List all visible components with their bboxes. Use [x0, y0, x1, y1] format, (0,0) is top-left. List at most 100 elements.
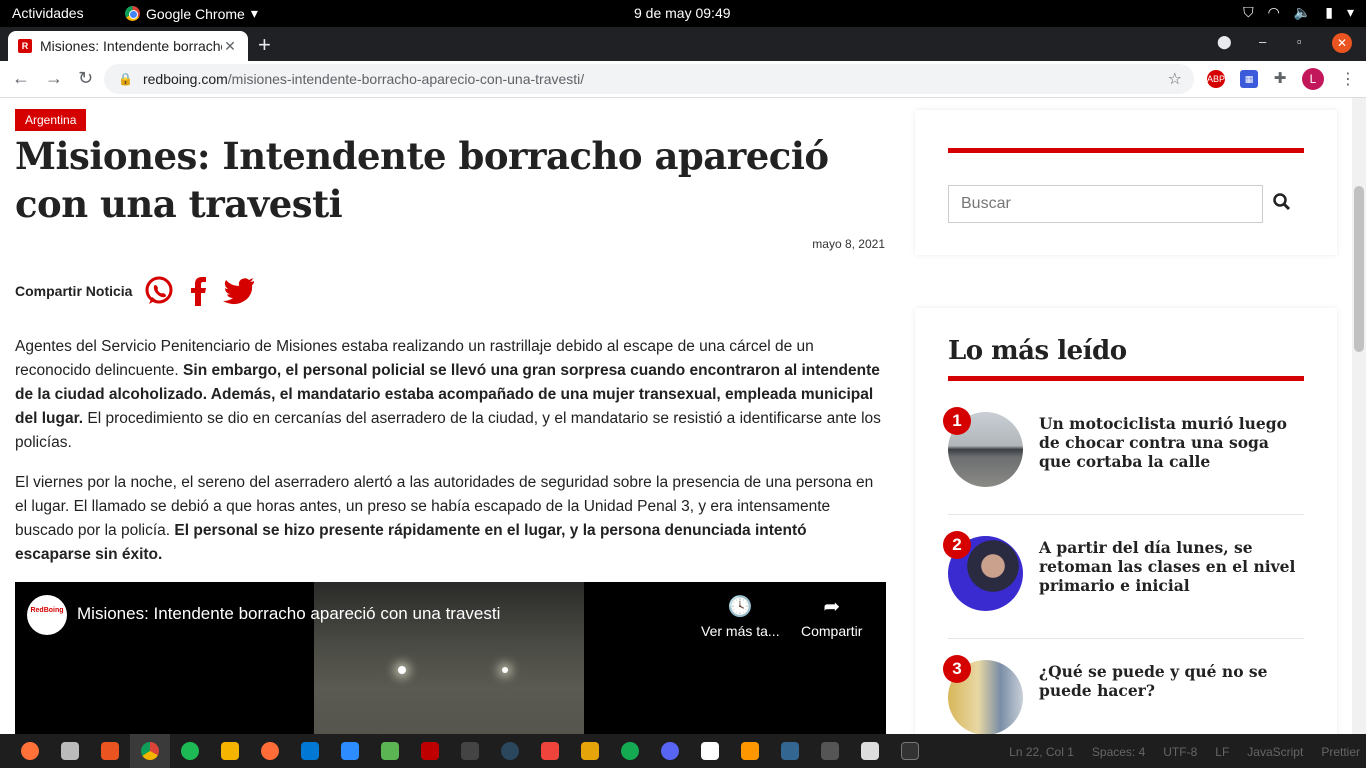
extension-icon[interactable]: ▦	[1240, 70, 1258, 88]
tab-search-icon[interactable]: ⬤	[1217, 34, 1232, 50]
favicon-icon: R	[18, 39, 32, 53]
popular-title[interactable]: A partir del día lunes, se retoman las c…	[1039, 538, 1299, 595]
page-scrollbar[interactable]	[1352, 98, 1366, 734]
video-share-label: Compartir	[801, 623, 863, 639]
cursor-position[interactable]: Ln 22, Col 1	[1009, 745, 1074, 759]
chevron-down-icon: ▾	[250, 5, 258, 21]
wifi-icon[interactable]: ◠	[1268, 4, 1280, 21]
files-icon[interactable]	[50, 734, 90, 768]
address-bar[interactable]: 🔒 redboing.com/misiones-intendente-borra…	[104, 64, 1194, 94]
terminal-icon[interactable]	[890, 734, 930, 768]
popular-item[interactable]: 1 Un motociclista murió luego de chocar …	[943, 407, 1304, 536]
vscode-icon[interactable]	[290, 734, 330, 768]
app-menu[interactable]: Google Chrome ▾	[125, 5, 258, 22]
notion-icon[interactable]	[690, 734, 730, 768]
share-arrow-icon: ➦	[823, 596, 841, 618]
indent-setting[interactable]: Spaces: 4	[1092, 745, 1145, 759]
language-mode[interactable]: JavaScript	[1247, 745, 1303, 759]
close-window-icon[interactable]: ✕	[1332, 33, 1352, 53]
app-icon[interactable]	[850, 734, 890, 768]
puzzle-icon[interactable]: ✚	[1271, 70, 1289, 88]
facebook-icon[interactable]	[186, 276, 210, 306]
watch-later-button[interactable]: 🕓 Ver más ta...	[701, 594, 780, 639]
whatsapp-icon[interactable]	[144, 276, 174, 306]
profile-avatar[interactable]: L	[1302, 68, 1324, 90]
twitter-icon[interactable]	[222, 276, 256, 306]
notes-icon[interactable]	[210, 734, 250, 768]
menu-kebab-icon[interactable]: ⋮	[1340, 69, 1356, 89]
line-ending[interactable]: LF	[1215, 745, 1229, 759]
popular-title[interactable]: ¿Qué se puede y qué no se puede hacer?	[1039, 662, 1299, 700]
popular-title[interactable]: Un motociclista murió luego de chocar co…	[1039, 414, 1299, 471]
adblock-icon[interactable]: ABP	[1207, 70, 1225, 88]
forward-icon[interactable]: →	[45, 68, 63, 89]
popular-widget: Lo más leído 1 Un motociclista murió lue…	[915, 308, 1337, 734]
back-icon[interactable]: ←	[12, 68, 30, 89]
popular-item[interactable]: 3 ¿Qué se puede y qué no se puede hacer?	[943, 655, 1304, 734]
sublime-icon[interactable]	[730, 734, 770, 768]
system-top-bar: Actividades Google Chrome ▾ 9 de may 09:…	[0, 0, 1366, 27]
article-title: Misiones: Intendente borracho apareció c…	[15, 134, 829, 226]
maximize-icon[interactable]: ▫	[1297, 34, 1302, 49]
chrome-taskbar-icon[interactable]	[130, 734, 170, 768]
clock[interactable]: 9 de may 09:49	[634, 5, 731, 21]
tab-strip: R Misiones: Intendente borracho apareció…	[0, 27, 1366, 61]
close-tab-icon[interactable]: ✕	[222, 38, 238, 55]
watch-later-label: Ver más ta...	[701, 623, 780, 639]
volume-icon[interactable]: 🔈	[1294, 4, 1311, 21]
filezilla-icon[interactable]	[410, 734, 450, 768]
popular-heading: Lo más leído	[948, 336, 1127, 366]
app-icon[interactable]	[570, 734, 610, 768]
shield-icon[interactable]: ⛉	[1243, 4, 1254, 21]
tab-active[interactable]: R Misiones: Intendente borracho apareció…	[8, 31, 248, 61]
app-name: Google Chrome	[146, 5, 245, 22]
video-title[interactable]: Misiones: Intendente borracho apareció c…	[77, 604, 500, 624]
monitor-icon[interactable]	[810, 734, 850, 768]
firefox-icon[interactable]	[10, 734, 50, 768]
channel-logo[interactable]: RedBoing	[27, 595, 67, 635]
discord-icon[interactable]	[650, 734, 690, 768]
scrollbar-thumb[interactable]	[1354, 186, 1364, 352]
accent-bar	[948, 148, 1304, 153]
app-icon[interactable]	[370, 734, 410, 768]
rank-badge: 2	[943, 531, 971, 559]
new-tab-button[interactable]: +	[258, 32, 271, 58]
chevron-down-icon[interactable]: ▾	[1347, 4, 1354, 21]
reload-icon[interactable]: ↻	[78, 68, 93, 89]
system-tray[interactable]: ⛉ ◠ 🔈 ▮ ▾	[1243, 4, 1354, 21]
mongodb-icon[interactable]	[610, 734, 650, 768]
share-label: Compartir Noticia	[15, 283, 133, 299]
divider	[948, 514, 1304, 515]
article-date: mayo 8, 2021	[812, 237, 885, 251]
bookmark-star-icon[interactable]: ☆	[1168, 69, 1182, 89]
search-icon[interactable]	[1273, 193, 1291, 216]
video-player[interactable]: RedBoing Misiones: Intendente borracho a…	[15, 582, 886, 734]
page-content: Argentina Misiones: Intendente borracho …	[0, 98, 1352, 734]
video-light	[398, 666, 406, 674]
category-badge[interactable]: Argentina	[15, 109, 87, 131]
app-icon[interactable]	[450, 734, 490, 768]
zoom-icon[interactable]	[330, 734, 370, 768]
lock-icon[interactable]: 🔒	[118, 72, 133, 86]
popular-item[interactable]: 2 A partir del día lunes, se retoman las…	[943, 531, 1304, 660]
paragraph-text: El procedimiento se dio en cercanías del…	[15, 410, 881, 451]
browser-toolbar: ← → ↻ 🔒 redboing.com/misiones-intendente…	[0, 61, 1366, 98]
formatter[interactable]: Prettier	[1321, 745, 1360, 759]
editor-status-bar: Ln 22, Col 1 Spaces: 4 UTF-8 LF JavaScri…	[1009, 745, 1360, 759]
anydesk-icon[interactable]	[530, 734, 570, 768]
software-icon[interactable]	[90, 734, 130, 768]
postgres-icon[interactable]	[770, 734, 810, 768]
url-host: redboing.com	[142, 71, 228, 87]
minimize-icon[interactable]: –	[1259, 34, 1266, 49]
search-input[interactable]	[948, 185, 1263, 223]
activities-button[interactable]: Actividades	[12, 5, 84, 21]
spotify-icon[interactable]	[170, 734, 210, 768]
encoding[interactable]: UTF-8	[1163, 745, 1197, 759]
postman-icon[interactable]	[250, 734, 290, 768]
accent-bar	[948, 376, 1304, 381]
battery-icon[interactable]: ▮	[1325, 4, 1333, 21]
video-share-button[interactable]: ➦ Compartir	[801, 594, 862, 639]
steam-icon[interactable]	[490, 734, 530, 768]
article-paragraph: El viernes por la noche, el sereno del a…	[15, 471, 885, 567]
video-light	[502, 667, 508, 673]
